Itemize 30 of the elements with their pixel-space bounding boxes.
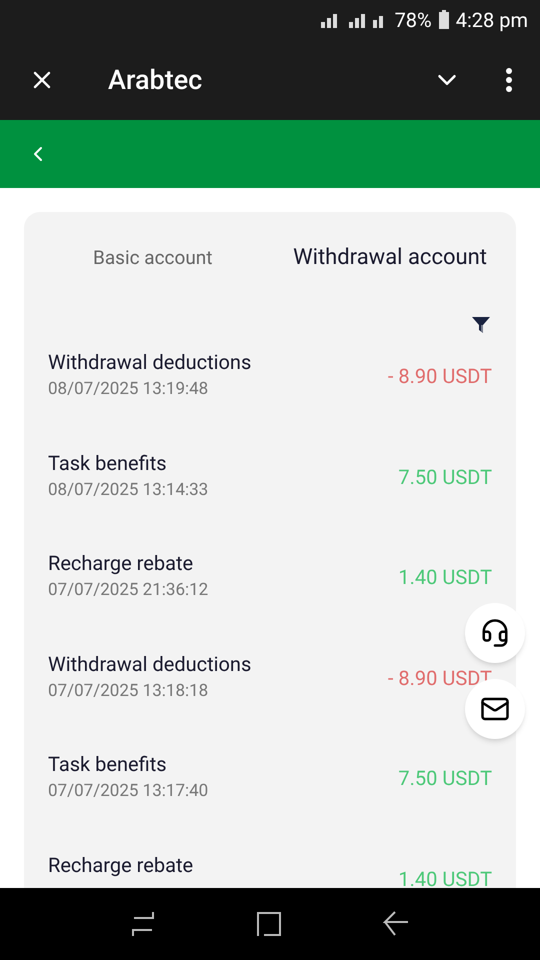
transaction-date: 08/07/2025 13:14:33 xyxy=(48,478,208,502)
transaction-amount: - 8.90 USDT xyxy=(388,664,492,692)
transaction-amount: - 8.90 USDT xyxy=(388,363,492,390)
headset-icon xyxy=(480,618,510,648)
transaction-date: 07/07/2025 21:36:12 xyxy=(48,579,208,602)
transaction-title: Withdrawal deductions xyxy=(48,650,252,676)
app-title: Arabtec xyxy=(108,62,204,98)
transaction-amount: 1.40 USDT xyxy=(398,866,492,888)
recent-apps-icon[interactable] xyxy=(130,911,155,937)
transaction-title: Withdrawal deductions xyxy=(48,349,252,375)
more-menu-button[interactable] xyxy=(506,68,512,92)
battery-percent: 78% xyxy=(394,7,432,34)
transaction-amount: 7.50 USDT xyxy=(398,765,492,792)
back-icon[interactable] xyxy=(383,911,410,937)
transaction-amount: 7.50 USDT xyxy=(398,464,492,490)
transaction-title: Recharge rebate xyxy=(48,852,194,878)
transaction-title: Task benefits xyxy=(48,450,168,476)
transaction-title: Task benefits xyxy=(48,751,168,777)
filter-icon[interactable] xyxy=(472,317,490,333)
home-icon[interactable] xyxy=(256,911,282,937)
transaction-amount: 1.40 USDT xyxy=(398,564,492,591)
more-icon xyxy=(506,68,512,92)
account-tab[interactable]: Basic account xyxy=(93,244,213,274)
transaction-title: Recharge rebate xyxy=(48,550,194,576)
transaction-date: 07/07/2025 13:17:40 xyxy=(48,780,208,803)
transaction-date: 07/07/2025 13:18:18 xyxy=(48,680,210,702)
transaction-date: 08/07/2025 13:19:48 xyxy=(48,378,210,401)
clock-time: 4:28 pm xyxy=(456,7,528,34)
battery-icon xyxy=(438,10,450,30)
account-tab[interactable]: Withdrawal account xyxy=(293,241,487,274)
